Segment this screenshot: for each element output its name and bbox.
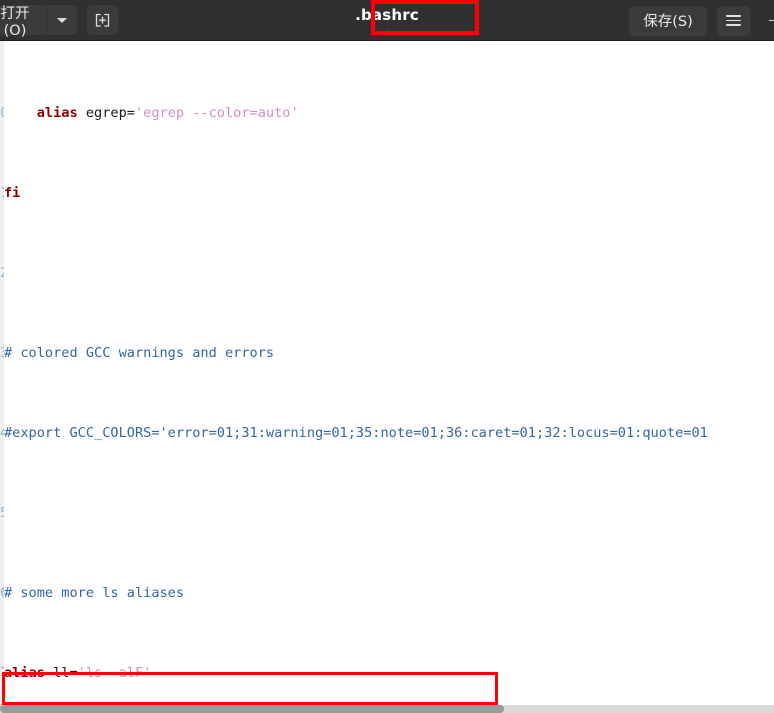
code-content[interactable]: 0 alias egrep='egrep --color=auto' 1fi 2…	[0, 41, 774, 705]
code-line[interactable]: 4#export GCC_COLORS='error=01;31:warning…	[0, 423, 774, 443]
code-line[interactable]: 0 alias egrep='egrep --color=auto'	[0, 103, 774, 123]
horizontal-scrollbar[interactable]	[0, 705, 774, 713]
main-menu-button[interactable]	[717, 5, 750, 36]
line-number: 5	[0, 503, 4, 523]
window-titlebar: 打开(O) .bashrc ~ 保存(S)	[0, 0, 774, 41]
code-line[interactable]: 6# some more ls aliases	[0, 583, 774, 603]
hamburger-menu-icon	[726, 15, 741, 26]
new-document-icon	[94, 13, 111, 28]
titlebar-left-controls: 打开(O)	[0, 0, 118, 40]
new-document-button[interactable]	[87, 5, 118, 35]
code-line[interactable]: 3# colored GCC warnings and errors	[0, 343, 774, 363]
line-number: 2	[0, 263, 4, 283]
titlebar-right-controls: 保存(S)	[629, 0, 774, 41]
chevron-down-icon	[57, 17, 67, 23]
open-file-button[interactable]: 打开(O)	[0, 5, 46, 39]
open-file-label: 打开(O)	[0, 5, 30, 39]
save-button-label: 保存(S)	[643, 14, 693, 30]
document-subtitle: ~	[384, 25, 390, 34]
open-recent-dropdown-button[interactable]	[47, 5, 77, 35]
title-red-annotation-box	[371, 0, 479, 35]
minimize-icon	[769, 19, 774, 22]
code-editor-area[interactable]: 0 alias egrep='egrep --color=auto' 1fi 2…	[0, 41, 774, 705]
minimize-window-button[interactable]	[762, 6, 774, 36]
save-button[interactable]: 保存(S)	[629, 5, 707, 36]
text-editor-window: 打开(O) .bashrc ~ 保存(S) alias egrep='egrep…	[0, 0, 774, 713]
code-line[interactable]: 2	[0, 263, 774, 283]
code-line[interactable]: 7alias ll='ls -alF'	[0, 663, 774, 683]
document-title: .bashrc	[355, 6, 419, 25]
code-line[interactable]: 5	[0, 503, 774, 523]
horizontal-scrollbar-thumb[interactable]	[0, 705, 504, 713]
code-line[interactable]: 1fi	[0, 183, 774, 203]
